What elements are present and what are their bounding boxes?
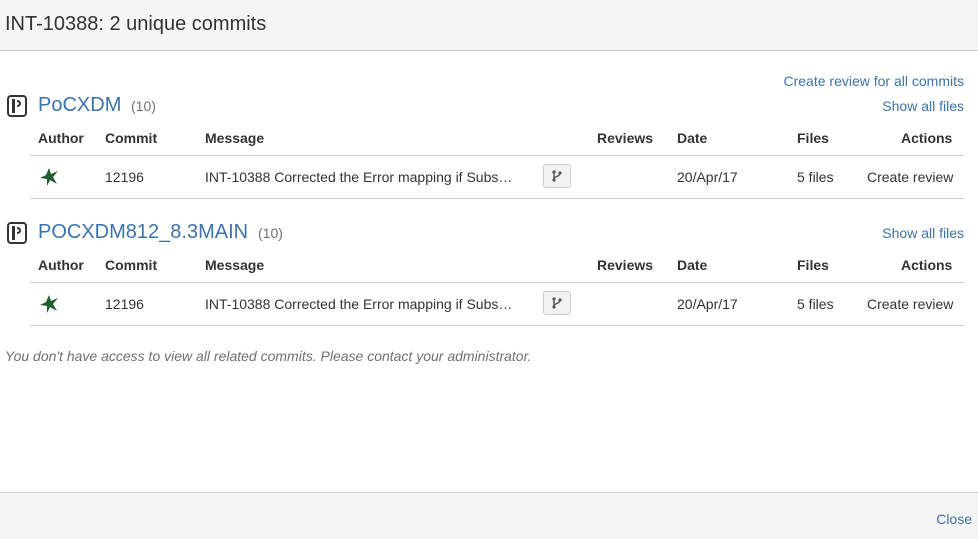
files-link[interactable]: 5 files [797, 169, 834, 185]
column-files: Files [797, 130, 829, 146]
author-avatar [38, 166, 60, 188]
access-note: You don't have access to view all relate… [5, 348, 532, 364]
column-reviews: Reviews [597, 130, 654, 146]
commit-message: INT-10388 Corrected the Error mapping if… [205, 169, 513, 185]
commit-message: INT-10388 Corrected the Error mapping if… [205, 296, 513, 312]
show-all-files-link[interactable]: Show all files [882, 98, 964, 114]
table-row: 12196 INT-10388 Corrected the Error mapp… [30, 156, 964, 199]
commit-date: 20/Apr/17 [677, 296, 738, 312]
table-row: 12196 INT-10388 Corrected the Error mapp… [30, 283, 964, 326]
create-review-link[interactable]: Create review [867, 296, 953, 312]
column-commit: Commit [105, 257, 158, 273]
repo-name-link[interactable]: POCXDM812_8.3MAIN [38, 221, 248, 244]
column-commit: Commit [105, 130, 158, 146]
dialog-header: INT-10388: 2 unique commits [0, 0, 978, 51]
column-author: Author [38, 257, 84, 273]
commit-id-link[interactable]: 12196 [105, 169, 144, 185]
show-all-files-link[interactable]: Show all files [882, 225, 964, 241]
repo-name-link[interactable]: PoCXDM [38, 94, 121, 117]
repo-commit-count: (10) [258, 225, 283, 241]
create-review-all-link[interactable]: Create review for all commits [784, 73, 965, 89]
commit-id-link[interactable]: 12196 [105, 296, 144, 312]
column-files: Files [797, 257, 829, 273]
column-message: Message [205, 257, 265, 273]
column-author: Author [38, 130, 84, 146]
author-avatar [38, 293, 60, 315]
repository-icon [5, 94, 29, 118]
table-header: Author Commit Message Reviews Date Files… [30, 120, 964, 156]
column-message: Message [205, 130, 265, 146]
column-date: Date [677, 257, 708, 273]
create-review-link[interactable]: Create review [867, 169, 953, 185]
commit-date: 20/Apr/17 [677, 169, 738, 185]
repo-commit-count: (10) [131, 98, 156, 114]
commits-table: Author Commit Message Reviews Date Files… [30, 247, 964, 326]
column-actions: Actions [901, 257, 953, 273]
branch-icon [552, 170, 562, 182]
column-actions: Actions [901, 130, 953, 146]
branch-icon [552, 297, 562, 309]
branch-button[interactable] [543, 291, 571, 315]
dialog-footer: Close [0, 492, 978, 539]
column-date: Date [677, 130, 708, 146]
files-link[interactable]: 5 files [797, 296, 834, 312]
commits-table: Author Commit Message Reviews Date Files… [30, 120, 964, 199]
dialog-title: INT-10388: 2 unique commits [5, 13, 267, 35]
branch-button[interactable] [543, 164, 571, 188]
table-header: Author Commit Message Reviews Date Files… [30, 247, 964, 283]
repository-icon [5, 221, 29, 245]
close-button[interactable]: Close [936, 511, 972, 527]
column-reviews: Reviews [597, 257, 654, 273]
